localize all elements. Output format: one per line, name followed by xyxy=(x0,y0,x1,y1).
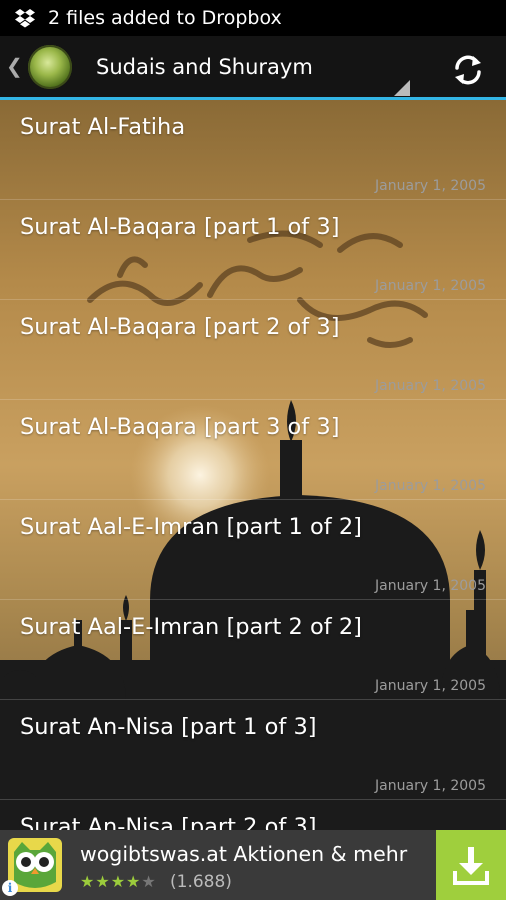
up-chevron-icon[interactable]: ❮ xyxy=(6,54,23,79)
track-date: January 1, 2005 xyxy=(375,578,486,594)
refresh-icon[interactable] xyxy=(446,48,490,92)
track-list-item[interactable]: Surat An-Nisa [part 1 of 3] January 1, 20… xyxy=(0,700,506,800)
track-date: January 1, 2005 xyxy=(375,478,486,494)
track-list-item[interactable]: Surat Al-Baqara [part 2 of 3] January 1, … xyxy=(0,300,506,400)
track-title: Surat Al-Baqara [part 3 of 3] xyxy=(20,414,340,440)
track-date: January 1, 2005 xyxy=(375,178,486,194)
track-title: Surat Al-Fatiha xyxy=(20,114,186,140)
track-list-container: Surat Al-Fatiha January 1, 2005 Surat Al-B… xyxy=(0,100,506,830)
ad-banner[interactable]: wogibtswas.at Aktionen & mehr ★★★★★ (1.6… xyxy=(0,830,506,900)
track-list-item[interactable]: Surat Aal-E-Imran [part 1 of 2] January 1… xyxy=(0,500,506,600)
ad-info-icon[interactable]: i xyxy=(2,880,18,896)
ad-rating-stars: ★★★★★ xyxy=(80,874,157,891)
track-title: Surat Al-Baqara [part 1 of 3] xyxy=(20,214,340,240)
ad-title[interactable]: wogibtswas.at Aktionen & mehr xyxy=(80,842,407,866)
track-date: January 1, 2005 xyxy=(375,278,486,294)
track-date: January 1, 2005 xyxy=(375,678,486,694)
track-title: Surat Aal-E-Imran [part 2 of 2] xyxy=(20,614,362,640)
reciter-spinner-title[interactable]: Sudais and Shuraym xyxy=(96,55,313,79)
action-bar: ❮ Sudais and Shuraym xyxy=(0,36,506,100)
track-list: Surat Al-Fatiha January 1, 2005 Surat Al-B… xyxy=(0,100,506,830)
track-date: January 1, 2005 xyxy=(375,778,486,794)
track-date: January 1, 2005 xyxy=(375,378,486,394)
track-list-item[interactable]: Surat Al-Baqara [part 1 of 3] January 1, … xyxy=(0,200,506,300)
track-title: Surat An-Nisa [part 1 of 3] xyxy=(20,714,317,740)
download-icon[interactable] xyxy=(436,830,506,900)
dropbox-icon xyxy=(14,7,36,29)
quran-logo-icon[interactable] xyxy=(28,44,72,89)
track-title: Surat An-Nisa [part 2 of 3] xyxy=(20,814,317,830)
track-title: Surat Al-Baqara [part 2 of 3] xyxy=(20,314,340,340)
track-list-item[interactable]: Surat An-Nisa [part 2 of 3] xyxy=(0,800,506,830)
status-bar: 2 files added to Dropbox xyxy=(0,0,506,36)
notification-text: 2 files added to Dropbox xyxy=(48,7,282,29)
track-list-item[interactable]: Surat Aal-E-Imran [part 2 of 2] January 1… xyxy=(0,600,506,700)
ad-review-count: (1.688) xyxy=(170,872,232,892)
track-list-item[interactable]: Surat Al-Baqara [part 3 of 3] January 1, … xyxy=(0,400,506,500)
track-title: Surat Aal-E-Imran [part 1 of 2] xyxy=(20,514,362,540)
spinner-dropdown-icon[interactable] xyxy=(394,80,410,96)
track-list-item[interactable]: Surat Al-Fatiha January 1, 2005 xyxy=(0,100,506,200)
